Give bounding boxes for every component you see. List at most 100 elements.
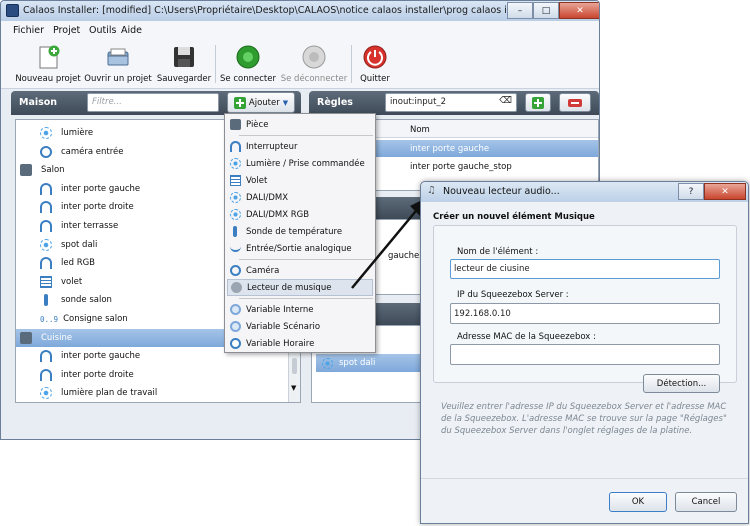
room-icon <box>20 331 32 344</box>
rule-search-input[interactable]: inout:input_2 ⌫ <box>385 93 517 112</box>
tree-item-label: inter porte droite <box>61 369 134 380</box>
variable-icon <box>230 321 241 332</box>
sun-icon <box>230 192 241 203</box>
numeric-icon: 0..9 <box>40 314 59 324</box>
thermometer-icon <box>44 294 48 307</box>
menu-item[interactable]: Variable Horaire <box>227 335 373 352</box>
camera-icon <box>40 145 52 158</box>
dialog-close-button[interactable]: ✕ <box>704 183 746 200</box>
menu-item[interactable]: Variable Interne <box>227 301 373 318</box>
close-button[interactable]: ✕ <box>559 2 599 19</box>
name-label: Nom de l'élément : <box>457 247 539 257</box>
new-project-button[interactable]: Nouveau projet <box>15 41 81 87</box>
tree-item-label: volet <box>61 276 83 287</box>
table-row[interactable]: inter porte gauche_stop <box>410 162 512 172</box>
ip-label: IP du Squeezebox Server : <box>457 290 569 300</box>
menu-item-label: Pièce <box>246 119 269 130</box>
save-button[interactable]: Sauvegarder <box>155 41 213 87</box>
add-button[interactable]: Ajouter ▼ <box>227 92 295 113</box>
room-icon <box>230 119 241 130</box>
tree-item-label: inter porte gauche <box>61 351 141 362</box>
tree-item[interactable]: inter porte droite <box>16 366 300 384</box>
new-audio-player-dialog: ♫ Nouveau lecteur audio... ? ✕ Créer un … <box>420 181 749 524</box>
menu-item-label: Lecteur de musique <box>247 282 332 293</box>
mac-input[interactable] <box>450 344 720 365</box>
table-row[interactable]: inter porte gauche <box>372 140 598 157</box>
maison-panel-header: Maison Filtre... Ajouter ▼ <box>11 91 301 115</box>
remove-rule-button[interactable] <box>559 93 591 112</box>
divider <box>421 478 748 479</box>
list-item[interactable]: spot dali <box>316 354 422 372</box>
dialog-title-bar: ♫ Nouveau lecteur audio... ? ✕ <box>421 182 748 202</box>
menu-item[interactable]: Lumière / Prise commandée <box>227 155 373 172</box>
plus-icon <box>532 96 544 109</box>
door-icon <box>40 201 52 214</box>
menu-item-label: Sonde de température <box>246 226 343 237</box>
filter-input[interactable]: Filtre... <box>87 93 219 112</box>
minimize-button[interactable]: – <box>507 2 533 19</box>
tree-item-label: spot dali <box>61 239 98 250</box>
power-icon <box>363 45 387 69</box>
name-input[interactable]: lecteur de ciusine <box>450 259 720 279</box>
tree-item-label: inter terrasse <box>61 221 119 231</box>
menu-projet[interactable]: Projet <box>53 25 80 36</box>
menu-item-label: DALI/DMX <box>246 192 289 203</box>
scroll-thumb[interactable] <box>292 358 297 374</box>
toolbar-separator <box>351 45 352 83</box>
open-project-button[interactable]: Ouvrir un projet <box>84 41 152 87</box>
new-document-icon <box>39 45 60 69</box>
maison-title: Maison <box>19 97 58 108</box>
tree-item-label: lumière plan de travail <box>61 388 158 399</box>
tree-item-label: caméra entrée <box>61 146 124 157</box>
menu-aide[interactable]: Aide <box>121 25 142 36</box>
menu-item[interactable]: Volet <box>227 172 373 189</box>
room-icon <box>20 164 32 177</box>
disconnect-button[interactable]: Se déconnecter <box>281 41 347 87</box>
menu-separator <box>239 135 373 136</box>
clock-icon <box>230 338 241 349</box>
menu-item[interactable]: Variable Scénario <box>227 318 373 335</box>
mac-label: Adresse MAC de la Squeezebox : <box>457 332 596 342</box>
wave-icon <box>230 246 241 252</box>
green-circle-icon <box>236 45 260 69</box>
menu-outils[interactable]: Outils <box>89 25 116 36</box>
menu-item-label: DALI/DMX RGB <box>246 209 310 220</box>
scroll-down-icon[interactable]: ▼ <box>291 384 296 392</box>
sun-icon <box>40 387 52 400</box>
switch-icon <box>230 141 241 152</box>
clear-icon[interactable]: ⌫ <box>499 96 512 106</box>
menu-fichier[interactable]: Fichier <box>13 25 44 36</box>
folder-icon <box>107 48 129 66</box>
tree-item-label: Consigne salon <box>63 314 128 324</box>
menu-item[interactable]: Pièce <box>227 116 373 133</box>
ip-input[interactable]: 192.168.0.10 <box>450 303 720 324</box>
minus-icon <box>568 98 582 107</box>
menu-item-label: Variable Scénario <box>246 321 321 332</box>
cancel-button[interactable]: Cancel <box>675 492 737 512</box>
help-text: Veuillez entrer l'adresse IP du Squeezeb… <box>441 402 727 436</box>
detection-button[interactable]: Détection... <box>643 374 720 393</box>
floppy-icon <box>174 47 194 67</box>
music-icon <box>231 282 242 293</box>
menu-item-label: Interrupteur <box>246 141 298 152</box>
quit-button[interactable]: Quitter <box>355 41 395 87</box>
tree-item[interactable]: lumière plan de travail <box>16 384 300 402</box>
gray-circle-icon <box>302 45 326 69</box>
door-icon <box>40 350 52 363</box>
menu-item-label: Caméra <box>246 265 280 276</box>
menu-item-label: Entrée/Sortie analogique <box>246 243 352 254</box>
add-rule-button[interactable] <box>525 93 551 112</box>
door-icon <box>40 220 52 232</box>
door-icon <box>40 368 52 381</box>
menu-item[interactable]: Interrupteur <box>227 138 373 155</box>
sun-icon <box>230 158 241 169</box>
ok-button[interactable]: OK <box>609 492 667 512</box>
column-name: Nom <box>410 125 430 135</box>
app-icon <box>6 4 19 17</box>
help-button[interactable]: ? <box>678 183 704 200</box>
maximize-button[interactable]: □ <box>533 2 559 19</box>
door-icon <box>40 257 52 270</box>
toolbar: Nouveau projet Ouvrir un projet Sauvegar… <box>1 39 599 89</box>
tree-item-label: led RGB <box>61 258 96 269</box>
connect-button[interactable]: Se connecter <box>219 41 277 87</box>
